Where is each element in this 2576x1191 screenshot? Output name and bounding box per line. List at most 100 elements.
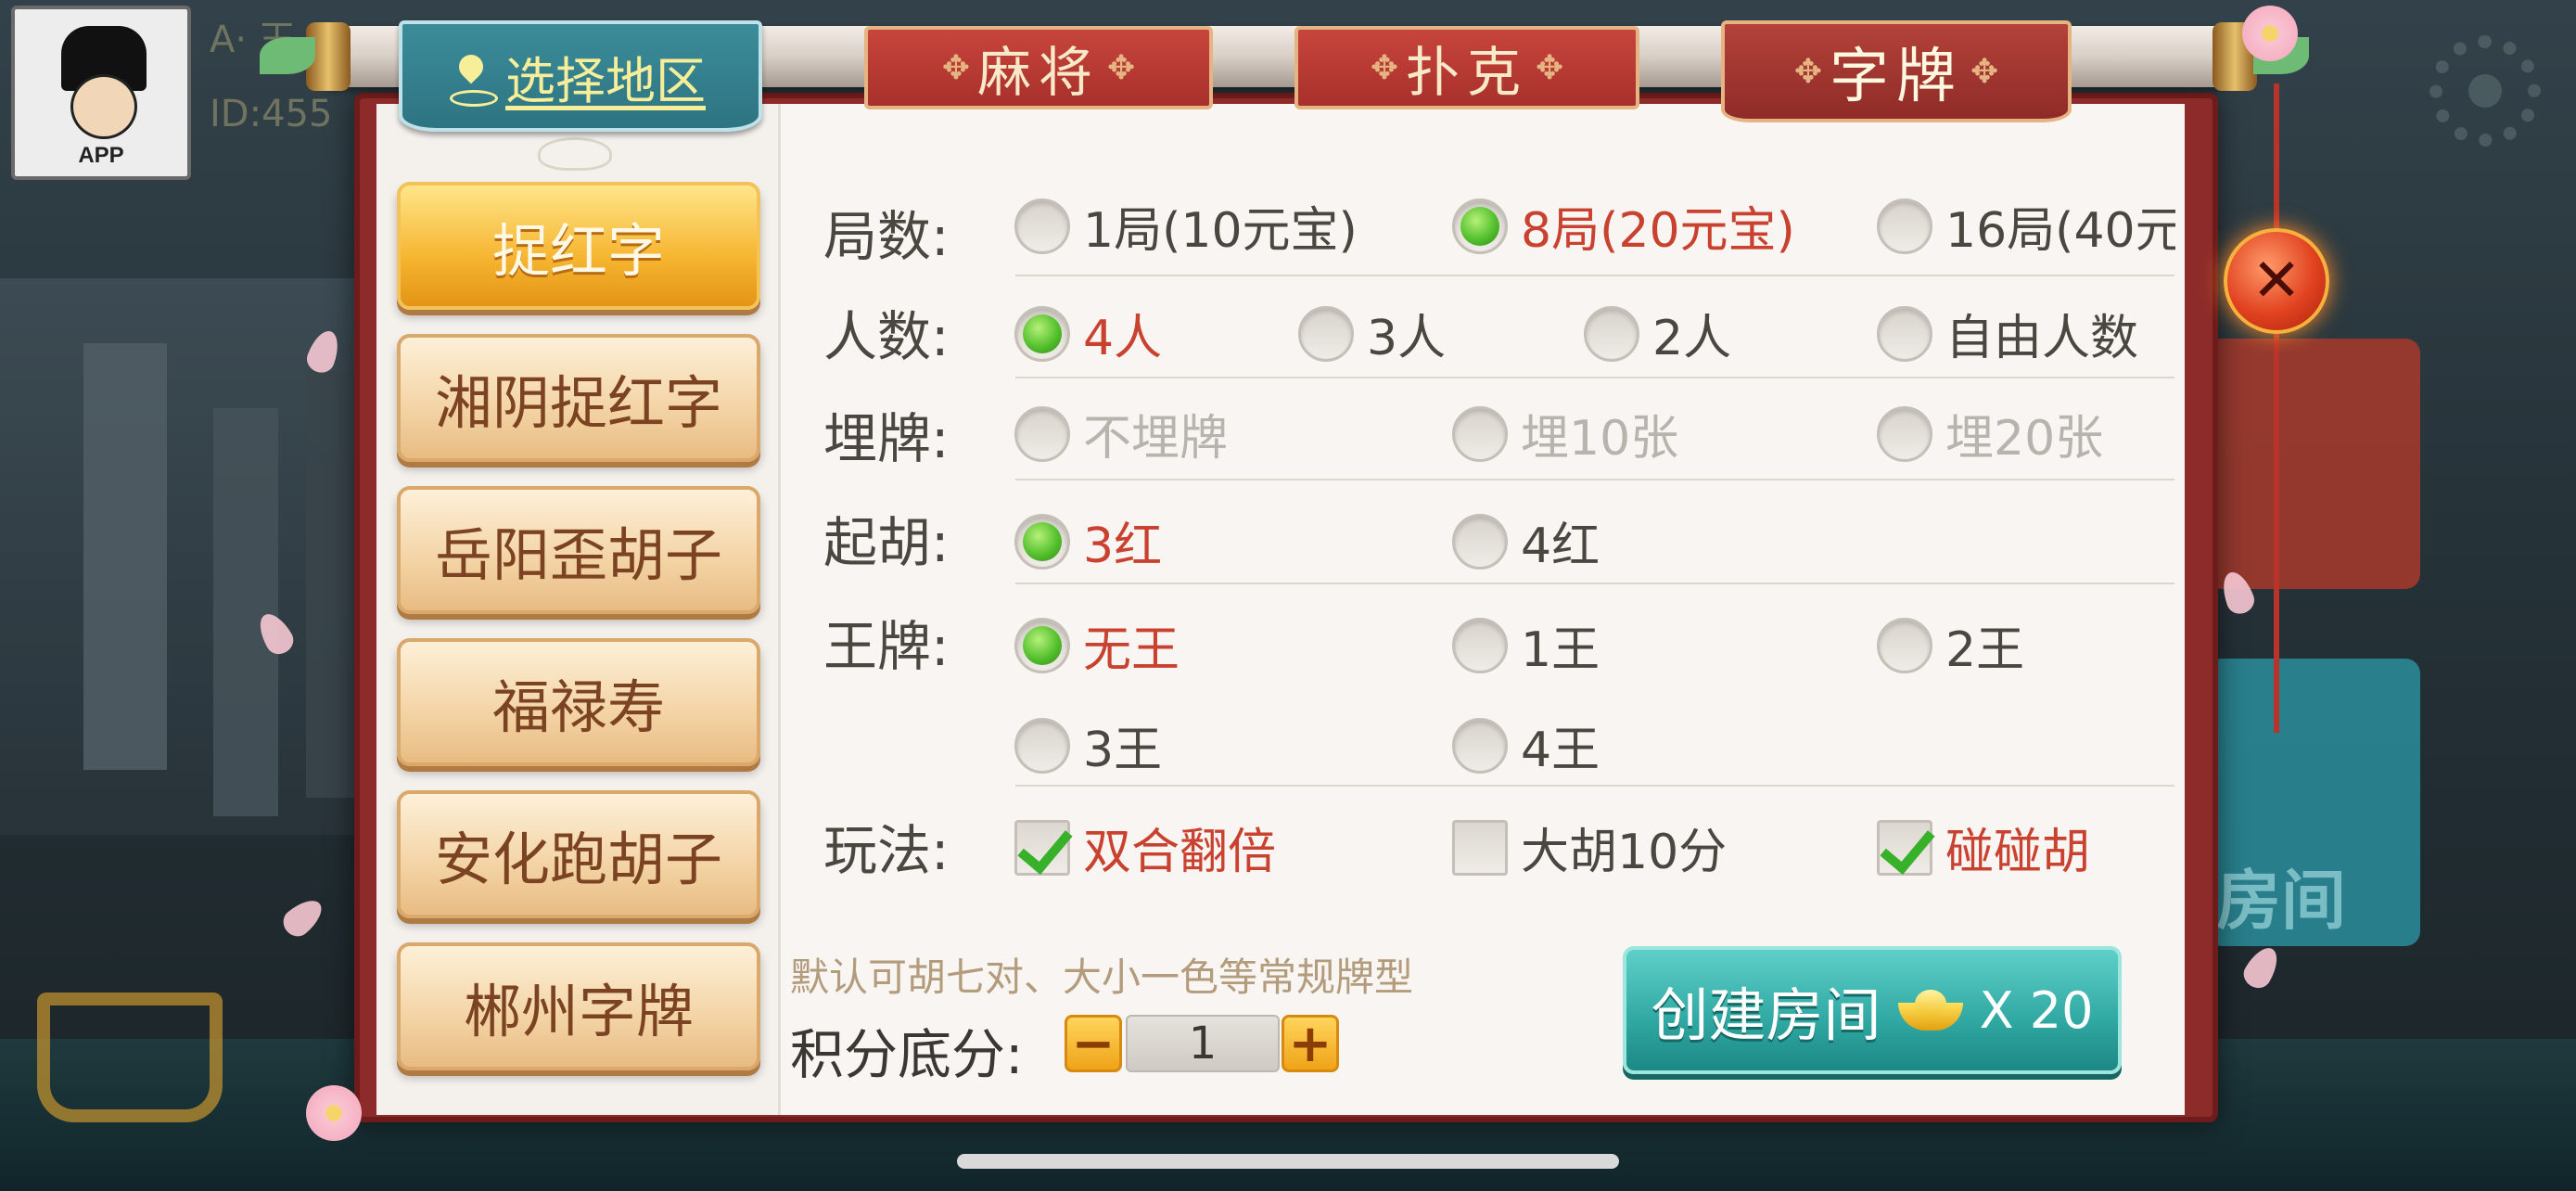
score-value: 1	[1126, 1015, 1280, 1072]
avatar-face	[70, 74, 137, 139]
wang-option-none-label: 无王	[1083, 622, 1180, 678]
background-card-teal: 房间	[2207, 659, 2420, 946]
location-pin-icon	[450, 55, 498, 107]
create-room-button[interactable]: 创建房间 X 20	[1623, 946, 2122, 1074]
create-room-label: 创建房间	[1651, 981, 1881, 1049]
petal-icon	[277, 892, 329, 942]
radio-icon	[1452, 617, 1508, 673]
game-button-anhua-paohuzi[interactable]: 安化跑胡子	[397, 790, 760, 918]
wang-option-4[interactable]: 4王	[1452, 711, 1600, 780]
wang-option-3-label: 3王	[1083, 723, 1163, 778]
players-option-2-label: 2人	[1652, 311, 1732, 366]
radio-selected-icon	[1452, 198, 1508, 254]
ornament-icon: ✥	[1370, 48, 1398, 87]
avatar[interactable]: APP	[11, 6, 191, 180]
score-minus-button[interactable]: −	[1065, 1014, 1122, 1074]
game-button-chenzhou-zipai[interactable]: 郴州字牌	[397, 942, 760, 1070]
row-divider	[1015, 377, 2174, 378]
game-button-zhuohongzi[interactable]: 捉红字	[397, 182, 760, 310]
qihu-option-3-label: 3红	[1083, 519, 1163, 574]
play-option-dahu[interactable]: 大胡10分	[1452, 813, 1727, 882]
tab-mahjong-label: 麻将	[976, 41, 1100, 104]
play-option-shuanghe[interactable]: 双合翻倍	[1014, 813, 1276, 882]
tab-poker[interactable]: ✥ 扑克 ✥	[1294, 26, 1639, 109]
players-option-free[interactable]: 自由人数	[1877, 299, 2138, 368]
play-option-pengpenghu[interactable]: 碰碰胡	[1877, 813, 2090, 882]
game-button-xiangyin-zhuohongzi[interactable]: 湘阴捉红字	[397, 334, 760, 462]
tab-zipai-label: 字牌	[1830, 43, 1963, 111]
background-room-text: 房间	[2216, 863, 2346, 939]
radio-icon	[1014, 198, 1070, 254]
players-label: 人数:	[823, 305, 950, 368]
radio-icon	[1877, 305, 1932, 362]
wang-option-none[interactable]: 无王	[1014, 610, 1180, 680]
gear-icon[interactable]	[2429, 35, 2541, 147]
player-id: ID:455	[210, 93, 333, 135]
players-option-3[interactable]: 3人	[1298, 299, 1446, 368]
game-button-fulushou[interactable]: 福禄寿	[397, 638, 760, 766]
row-divider	[1015, 479, 2174, 480]
bury-label: 埋牌:	[823, 407, 950, 470]
wang-label: 王牌:	[823, 615, 950, 678]
avatar-label: APP	[78, 143, 124, 168]
create-room-cost: X 20	[1979, 980, 2094, 1040]
ornament-icon: ✥	[1793, 52, 1822, 91]
rounds-label: 局数:	[823, 205, 950, 268]
row-divider	[1015, 275, 2174, 276]
tab-zipai[interactable]: ✥ 字牌 ✥	[1721, 20, 2072, 122]
radio-icon	[1452, 513, 1508, 570]
players-option-free-label: 自由人数	[1945, 311, 2139, 366]
qihu-option-4[interactable]: 4红	[1452, 506, 1600, 576]
radio-selected-icon	[1014, 513, 1070, 570]
play-option-dahu-label: 大胡10分	[1521, 825, 1728, 880]
home-indicator[interactable]	[957, 1154, 1619, 1169]
row-divider	[1015, 785, 2174, 787]
wang-option-1[interactable]: 1王	[1452, 610, 1600, 680]
score-label: 积分底分:	[790, 1023, 1024, 1086]
ornament-icon: ✥	[1536, 48, 1564, 87]
close-button[interactable]: ✕	[2224, 228, 2329, 334]
leaf-decoration-left	[260, 37, 315, 74]
radio-disabled-icon	[1452, 405, 1508, 462]
select-region-button[interactable]: 选择地区	[399, 20, 762, 132]
flower-icon	[2242, 6, 2298, 61]
players-option-2[interactable]: 2人	[1584, 299, 1731, 368]
wang-option-2-label: 2王	[1945, 622, 2025, 678]
play-option-shuanghe-label: 双合翻倍	[1083, 825, 1277, 880]
rounds-option-16[interactable]: 16局(40元	[1877, 191, 2175, 261]
radio-icon	[1877, 617, 1932, 673]
ornament-icon: ✥	[941, 48, 970, 87]
tab-mahjong[interactable]: ✥ 麻将 ✥	[864, 26, 1213, 109]
qihu-option-4-label: 4红	[1521, 519, 1600, 574]
radio-icon	[1877, 198, 1932, 254]
petal-icon	[2238, 941, 2285, 993]
game-button-yueyang-waihuzi[interactable]: 岳阳歪胡子	[397, 486, 760, 614]
rounds-option-8[interactable]: 8局(20元宝)	[1452, 191, 1795, 261]
bury-option-20: 埋20张	[1877, 399, 2103, 468]
score-plus-button[interactable]: +	[1282, 1014, 1339, 1074]
flower-icon	[306, 1085, 362, 1141]
rounds-option-1-label: 1局(10元宝)	[1083, 203, 1358, 259]
rounds-option-1[interactable]: 1局(10元宝)	[1014, 191, 1358, 261]
radio-selected-icon	[1014, 617, 1070, 673]
players-option-4[interactable]: 4人	[1014, 299, 1162, 368]
ornament-icon: ✥	[1970, 52, 1999, 91]
rounds-option-16-label: 16局(40元	[1945, 203, 2175, 259]
select-region-label: 选择地区	[505, 51, 706, 110]
lantern-rope	[2274, 83, 2279, 733]
play-option-pengpenghu-label: 碰碰胡	[1945, 825, 2091, 880]
qihu-option-3[interactable]: 3红	[1014, 506, 1162, 576]
radio-icon	[1298, 305, 1354, 362]
radio-selected-icon	[1014, 305, 1070, 362]
wang-option-2[interactable]: 2王	[1877, 610, 2024, 680]
sidebar-ornament	[538, 137, 612, 171]
ingot-icon	[1897, 990, 1963, 1031]
wang-option-4-label: 4王	[1521, 723, 1600, 778]
bury-option-20-label: 埋20张	[1945, 411, 2104, 467]
row-divider	[1015, 583, 2174, 584]
radio-disabled-icon	[1014, 405, 1070, 462]
wang-option-3[interactable]: 3王	[1014, 711, 1162, 780]
players-option-4-label: 4人	[1083, 311, 1163, 366]
checkbox-checked-icon	[1877, 819, 1932, 876]
wang-option-1-label: 1王	[1521, 622, 1600, 678]
